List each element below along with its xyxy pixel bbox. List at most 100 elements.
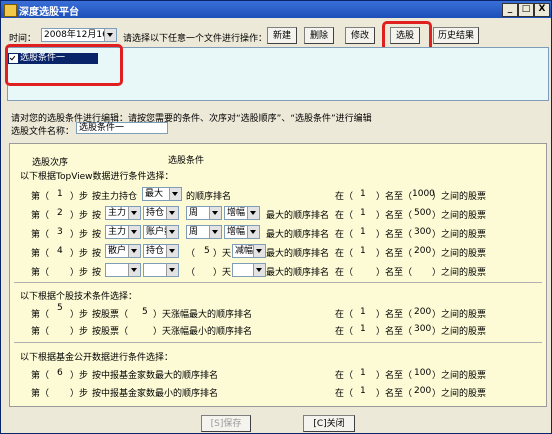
step-value: 3 bbox=[57, 227, 63, 237]
chevron-down-icon[interactable] bbox=[128, 264, 140, 276]
range-suffix: ）之间的股票 bbox=[432, 310, 487, 320]
date-value: 2008年12月16日 bbox=[44, 30, 108, 40]
chevron-down-icon[interactable] bbox=[253, 245, 265, 257]
chevron-down-icon[interactable] bbox=[166, 207, 178, 219]
title-bar: 深度选股平台 _ □ X bbox=[1, 1, 551, 18]
step-suffix: ）步 bbox=[70, 327, 89, 337]
step-prefix: 第（ bbox=[31, 249, 50, 259]
delete-button[interactable]: 删除 bbox=[304, 27, 334, 44]
investor-type-select[interactable] bbox=[105, 263, 141, 277]
range-mid: ）名至（ bbox=[376, 389, 413, 399]
rank-text: 的顺序排名 bbox=[186, 192, 232, 202]
fund-rank-text: 按中报基金家数最小的顺序排名 bbox=[92, 389, 219, 399]
sort-by-main-holding: 按主力持仓 bbox=[92, 192, 138, 202]
time-label: 时间： bbox=[9, 34, 37, 44]
rank-from[interactable]: 1 bbox=[360, 324, 366, 334]
step-prefix: 第（ bbox=[31, 211, 50, 221]
range-prefix: 在（ bbox=[335, 327, 354, 337]
close-button[interactable]: [C]关闭 bbox=[303, 415, 355, 432]
investor-type-select[interactable]: 散户 bbox=[105, 244, 141, 258]
chevron-down-icon[interactable] bbox=[209, 207, 221, 219]
range-mid: ）名至（ bbox=[376, 310, 413, 320]
date-picker[interactable]: 2008年12月16日 bbox=[41, 28, 117, 42]
step-prefix: 第（ bbox=[31, 371, 50, 381]
step-prefix: 第（ bbox=[31, 192, 50, 202]
rank-from[interactable]: 1 bbox=[360, 189, 366, 199]
by-label: 按 bbox=[92, 268, 102, 278]
order-header: 选股次序 bbox=[32, 158, 69, 168]
maximize-button[interactable]: □ bbox=[518, 3, 534, 17]
range-suffix: ）之间的股票 bbox=[432, 268, 487, 278]
rank-text: 最大的顺序排名 bbox=[266, 211, 330, 221]
file-name-input[interactable]: 选股条件一 bbox=[76, 122, 168, 134]
rank-from[interactable]: 1 bbox=[360, 386, 366, 396]
modify-button[interactable]: 修改 bbox=[345, 27, 375, 44]
range-mid: ）名至（ bbox=[376, 268, 413, 278]
rank-to[interactable]: 200 bbox=[414, 386, 431, 396]
app-window: 深度选股平台 _ □ X 时间： 2008年12月16日 请选择以下任意一个文件… bbox=[0, 0, 552, 434]
range-prefix: 在（ bbox=[335, 249, 354, 259]
rank-to[interactable]: 500 bbox=[414, 208, 431, 218]
change-select[interactable]: 增幅 bbox=[224, 225, 260, 239]
days-open-paren: （ bbox=[186, 268, 196, 278]
save-button[interactable]: [S]保存 bbox=[201, 415, 251, 432]
chevron-down-icon[interactable] bbox=[128, 245, 140, 257]
metric-select[interactable] bbox=[143, 263, 179, 277]
rank-to[interactable]: 100 bbox=[414, 368, 431, 378]
rank-to[interactable]: 200 bbox=[414, 307, 431, 317]
chevron-down-icon[interactable] bbox=[169, 188, 181, 200]
edit-instruction: 请对您的选股条件进行编辑：请按您需要的条件、次序对“选股顺序”、“选股条件”进行… bbox=[11, 114, 372, 124]
change-select[interactable]: 增幅 bbox=[224, 206, 260, 220]
chevron-down-icon[interactable] bbox=[128, 226, 140, 238]
rank-to[interactable]: 200 bbox=[414, 246, 431, 256]
metric-select[interactable]: 持仓 bbox=[143, 244, 179, 258]
tech-rank-suffix: ）天涨幅最小的顺序排名 bbox=[153, 327, 253, 337]
chevron-down-icon[interactable] bbox=[247, 207, 259, 219]
range-suffix: ）之间的股票 bbox=[432, 371, 487, 381]
rank-from[interactable]: 1 bbox=[360, 208, 366, 218]
chevron-down-icon[interactable] bbox=[253, 264, 265, 276]
rank-from[interactable]: 1 bbox=[360, 227, 366, 237]
max-min-select[interactable]: 最大 bbox=[142, 187, 182, 201]
rank-from[interactable]: 1 bbox=[360, 246, 366, 256]
chevron-down-icon[interactable] bbox=[128, 207, 140, 219]
highlight-file-item bbox=[5, 44, 123, 86]
close-window-button[interactable]: X bbox=[534, 3, 550, 17]
range-prefix: 在（ bbox=[335, 211, 354, 221]
rank-text: 最大的顺序排名 bbox=[266, 249, 330, 259]
change-select[interactable] bbox=[232, 263, 266, 277]
by-label: 按 bbox=[92, 211, 102, 221]
step-prefix: 第（ bbox=[31, 327, 50, 337]
chevron-down-icon[interactable] bbox=[166, 245, 178, 257]
rank-to[interactable]: 300 bbox=[414, 227, 431, 237]
period-select[interactable]: 周 bbox=[186, 225, 222, 239]
chevron-down-icon[interactable] bbox=[209, 226, 221, 238]
days-value[interactable]: 5 bbox=[204, 246, 210, 256]
chevron-down-icon[interactable] bbox=[247, 226, 259, 238]
chevron-down-icon[interactable] bbox=[166, 226, 178, 238]
range-mid: ）名至（ bbox=[376, 371, 413, 381]
period-select[interactable]: 周 bbox=[186, 206, 222, 220]
metric-select[interactable]: 持仓 bbox=[143, 206, 179, 220]
step-value: 5 bbox=[57, 303, 63, 313]
change-select[interactable]: 减幅 bbox=[232, 244, 266, 258]
investor-type-select[interactable]: 主力 bbox=[105, 225, 141, 239]
fund-rank-text: 按中报基金家数最大的顺序排名 bbox=[92, 371, 219, 381]
rank-from[interactable]: 1 bbox=[360, 307, 366, 317]
chevron-down-icon[interactable] bbox=[166, 264, 178, 276]
rank-from[interactable]: 1 bbox=[360, 368, 366, 378]
window-title: 深度选股平台 bbox=[19, 7, 79, 18]
rank-to[interactable]: 300 bbox=[414, 324, 431, 334]
chevron-down-icon[interactable] bbox=[104, 29, 116, 41]
step-prefix: 第（ bbox=[31, 310, 50, 320]
minimize-button[interactable]: _ bbox=[502, 3, 518, 17]
new-button[interactable]: 新建 bbox=[267, 27, 297, 44]
topview-section-title: 以下根据TopView数据进行条件选择： bbox=[20, 172, 174, 182]
history-button[interactable]: 历史结果 bbox=[433, 27, 479, 44]
step-value: 2 bbox=[57, 208, 63, 218]
metric-select[interactable]: 账户数 bbox=[143, 225, 179, 239]
days-value[interactable]: 5 bbox=[142, 307, 148, 317]
investor-type-select[interactable]: 主力 bbox=[105, 206, 141, 220]
range-mid: ）名至（ bbox=[376, 192, 413, 202]
range-prefix: 在（ bbox=[335, 310, 354, 320]
